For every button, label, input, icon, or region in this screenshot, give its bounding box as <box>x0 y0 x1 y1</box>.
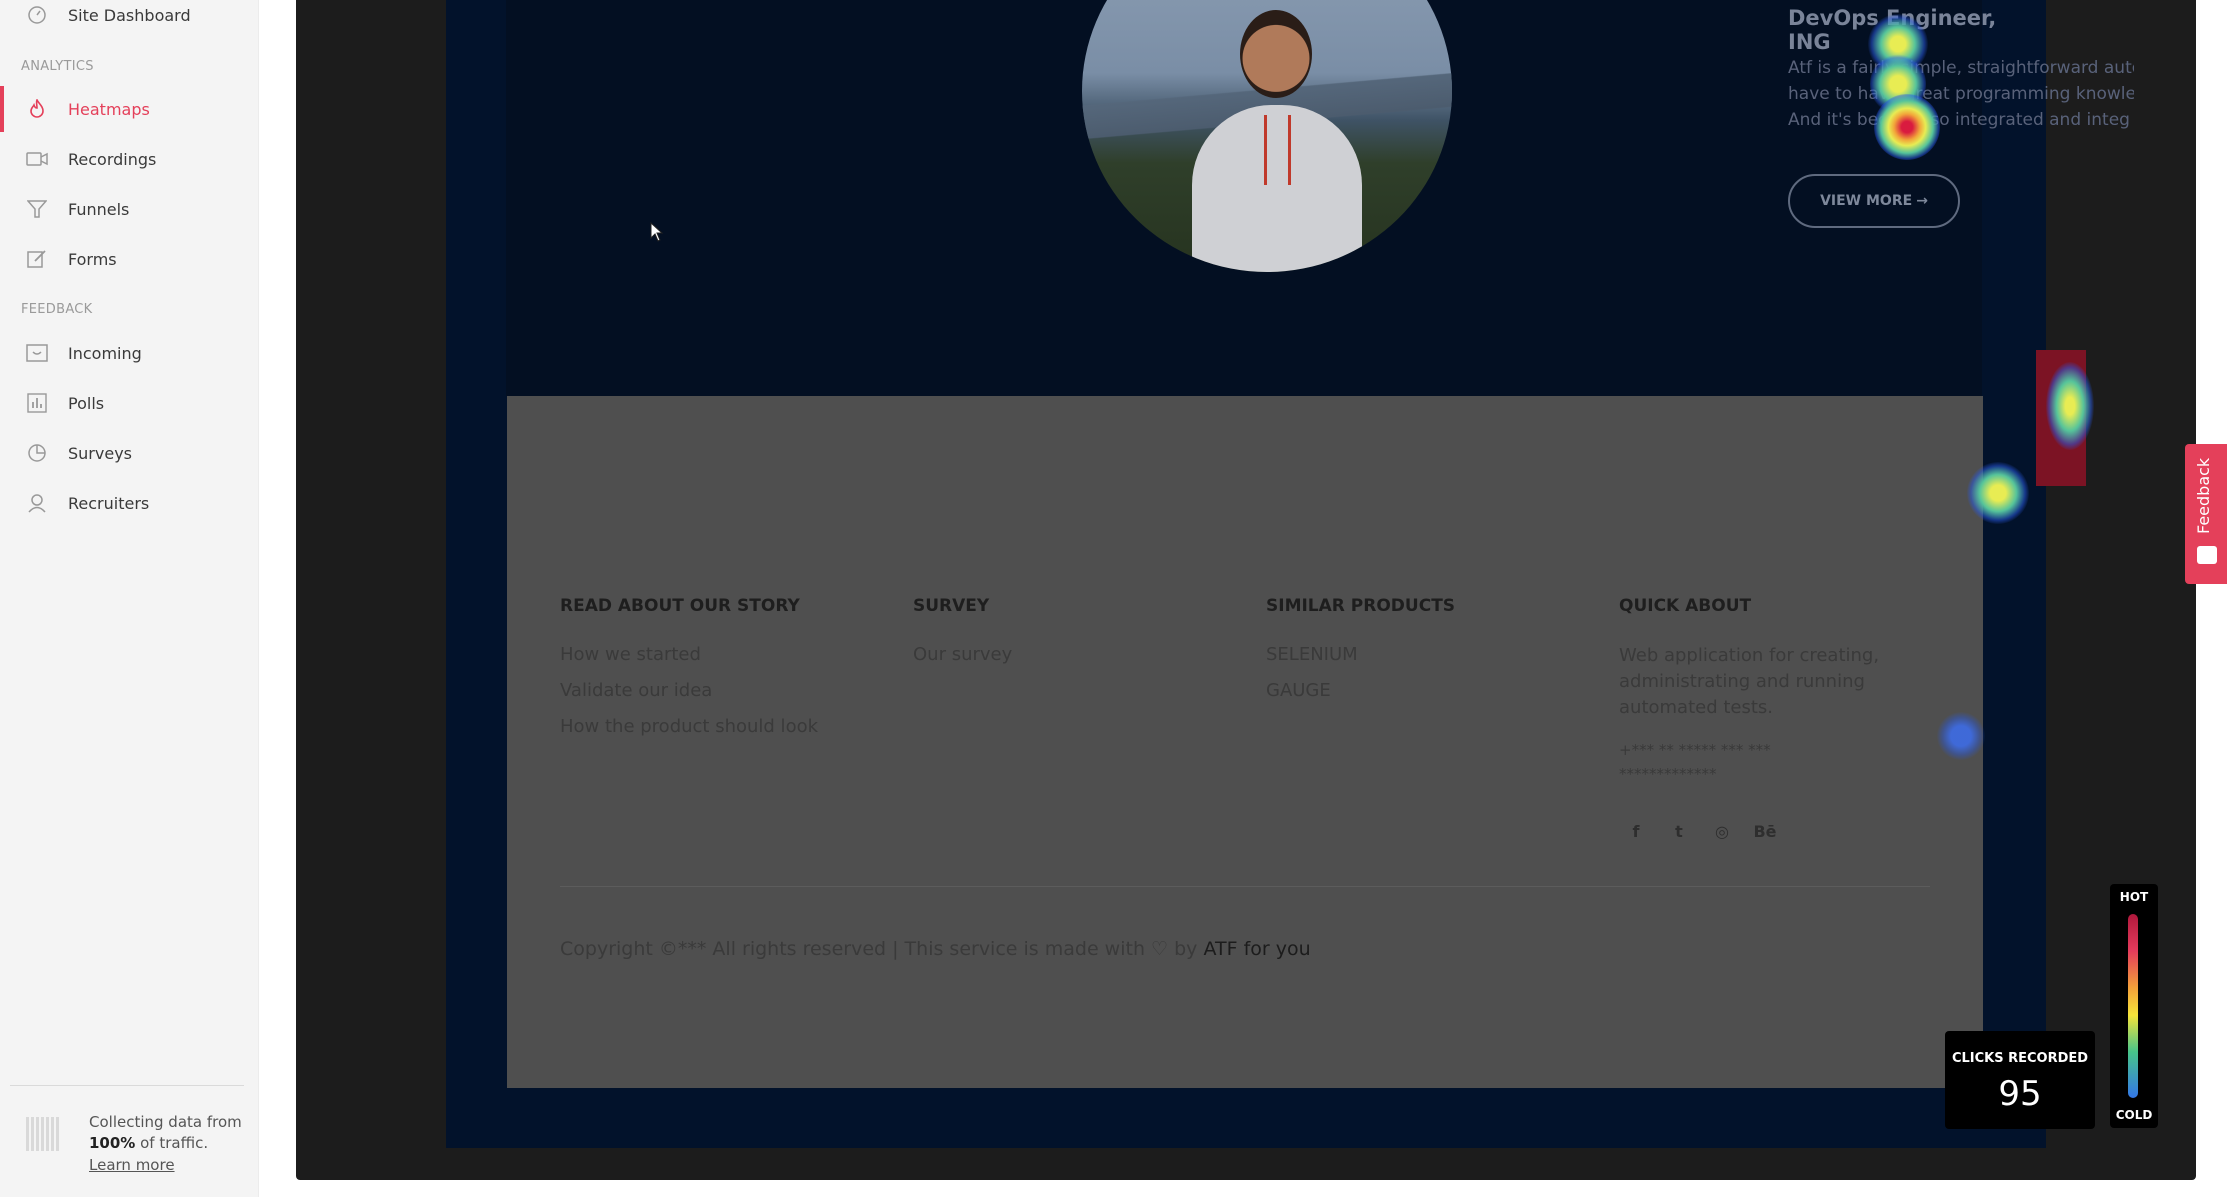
section-heading-feedback: FEEDBACK <box>21 302 93 317</box>
funnel-icon <box>25 197 49 221</box>
site-side-tab <box>2036 350 2086 486</box>
sidebar-item-label: Funnels <box>68 199 130 219</box>
sidebar-item-label: Site Dashboard <box>68 5 191 25</box>
sidebar-item-surveys[interactable]: Surveys <box>0 430 259 476</box>
clicks-recorded-label: CLICKS RECORDED <box>1951 1051 2089 1066</box>
job-title: DevOps Engineer, ING <box>1788 6 1997 54</box>
section-heading-analytics: ANALYTICS <box>21 59 94 74</box>
footer-heading-similar-products: SIMILAR PRODUCTS <box>1266 596 1456 616</box>
sidebar-item-label: Surveys <box>68 443 132 463</box>
behance-icon[interactable]: Bē <box>1748 814 1782 848</box>
sidebar-item-label: Recruiters <box>68 493 150 513</box>
clicks-recorded-panel: CLICKS RECORDED 95 <box>1945 1031 2095 1129</box>
footer-link[interactable]: Validate our idea <box>560 680 712 701</box>
legend-cold-label: COLD <box>2115 1108 2153 1122</box>
testimonial-line: And it's become so integrated and integ <box>1788 110 2130 130</box>
footer-divider <box>560 886 1930 887</box>
quick-about-text: Web application for creating, administra… <box>1619 645 1880 718</box>
legend-hot-label: HOT <box>2119 890 2149 904</box>
sidebar-item-forms[interactable]: Forms <box>0 236 259 282</box>
heart-icon: ♡ <box>1151 938 1169 960</box>
heatmap-frame: DevOps Engineer, ING Atf is a fairly sim… <box>296 0 2196 1180</box>
dribbble-icon[interactable]: ◎ <box>1705 814 1739 848</box>
view-more-button[interactable]: VIEW MORE → <box>1788 174 1960 228</box>
sidebar: Site Dashboard ANALYTICS Heatmaps Record… <box>0 0 259 1197</box>
twitter-icon[interactable]: t <box>1662 814 1696 848</box>
flame-icon <box>25 97 49 121</box>
sidebar-item-label: Recordings <box>68 149 157 169</box>
footer-heading-story: READ ABOUT OUR STORY <box>560 596 800 616</box>
feedback-tab[interactable]: Feedback <box>2185 444 2227 584</box>
sidebar-item-recordings[interactable]: Recordings <box>0 136 259 182</box>
footer-heading-quick-about: QUICK ABOUT <box>1619 596 1752 616</box>
footer-link[interactable]: How we started <box>560 644 701 665</box>
mouse-cursor-icon <box>650 222 664 242</box>
sidebar-item-funnels[interactable]: Funnels <box>0 186 259 232</box>
legend-gradient <box>2128 914 2138 1098</box>
clicks-recorded-value: 95 <box>1998 1074 2042 1114</box>
smiley-icon <box>2197 546 2217 564</box>
sidebar-item-heatmaps[interactable]: Heatmaps <box>0 86 259 132</box>
footer-link[interactable]: GAUGE <box>1266 680 1331 701</box>
sidebar-item-label: Forms <box>68 249 117 269</box>
learn-more-link[interactable]: Learn more <box>89 1156 175 1174</box>
collecting-data-text: Collecting data from 100% of traffic. <box>89 1113 242 1152</box>
traffic-bars-icon <box>26 1117 62 1151</box>
video-icon <box>25 147 49 171</box>
sidebar-item-recruiters[interactable]: Recruiters <box>0 480 259 526</box>
sidebar-item-label: Heatmaps <box>68 99 150 119</box>
copyright-text: Copyright ©*** All rights reserved | Thi… <box>560 938 1311 960</box>
collecting-data-panel: Collecting data from 100% of traffic. Le… <box>0 1100 259 1180</box>
testimonial-line: Atf is a fairly simple, straightforward … <box>1788 58 2134 78</box>
site-footer: READ ABOUT OUR STORY How we started Vali… <box>507 396 1983 1088</box>
sidebar-item-site-dashboard[interactable]: Site Dashboard <box>0 0 259 38</box>
sidebar-item-label: Incoming <box>68 343 142 363</box>
edit-icon <box>25 247 49 271</box>
brand-link[interactable]: ATF for you <box>1203 938 1310 960</box>
inbox-icon <box>25 341 49 365</box>
user-icon <box>25 491 49 515</box>
traffic-percent: 100% <box>89 1134 136 1152</box>
arrow-right-icon: → <box>1916 193 1928 209</box>
facebook-icon[interactable]: f <box>1619 814 1653 848</box>
bar-chart-icon <box>25 391 49 415</box>
sidebar-divider <box>10 1085 244 1086</box>
footer-link[interactable]: SELENIUM <box>1266 644 1358 665</box>
dashboard-gauge-icon <box>25 3 49 27</box>
feedback-tab-label: Feedback <box>2194 457 2213 534</box>
sidebar-item-label: Polls <box>68 393 105 413</box>
sidebar-item-incoming[interactable]: Incoming <box>0 330 259 376</box>
testimonial-line: have to have great programming knowle <box>1788 84 2134 104</box>
contact-info: +*** ** ***** *** *** ************* <box>1619 741 1771 783</box>
sidebar-item-polls[interactable]: Polls <box>0 380 259 426</box>
footer-link[interactable]: Our survey <box>913 644 1012 665</box>
site-preview: DevOps Engineer, ING Atf is a fairly sim… <box>446 0 2134 1148</box>
pie-chart-icon <box>25 441 49 465</box>
footer-heading-survey: SURVEY <box>913 596 990 616</box>
footer-link[interactable]: How the product should look <box>560 716 818 737</box>
heat-legend: HOT COLD <box>2110 884 2158 1128</box>
